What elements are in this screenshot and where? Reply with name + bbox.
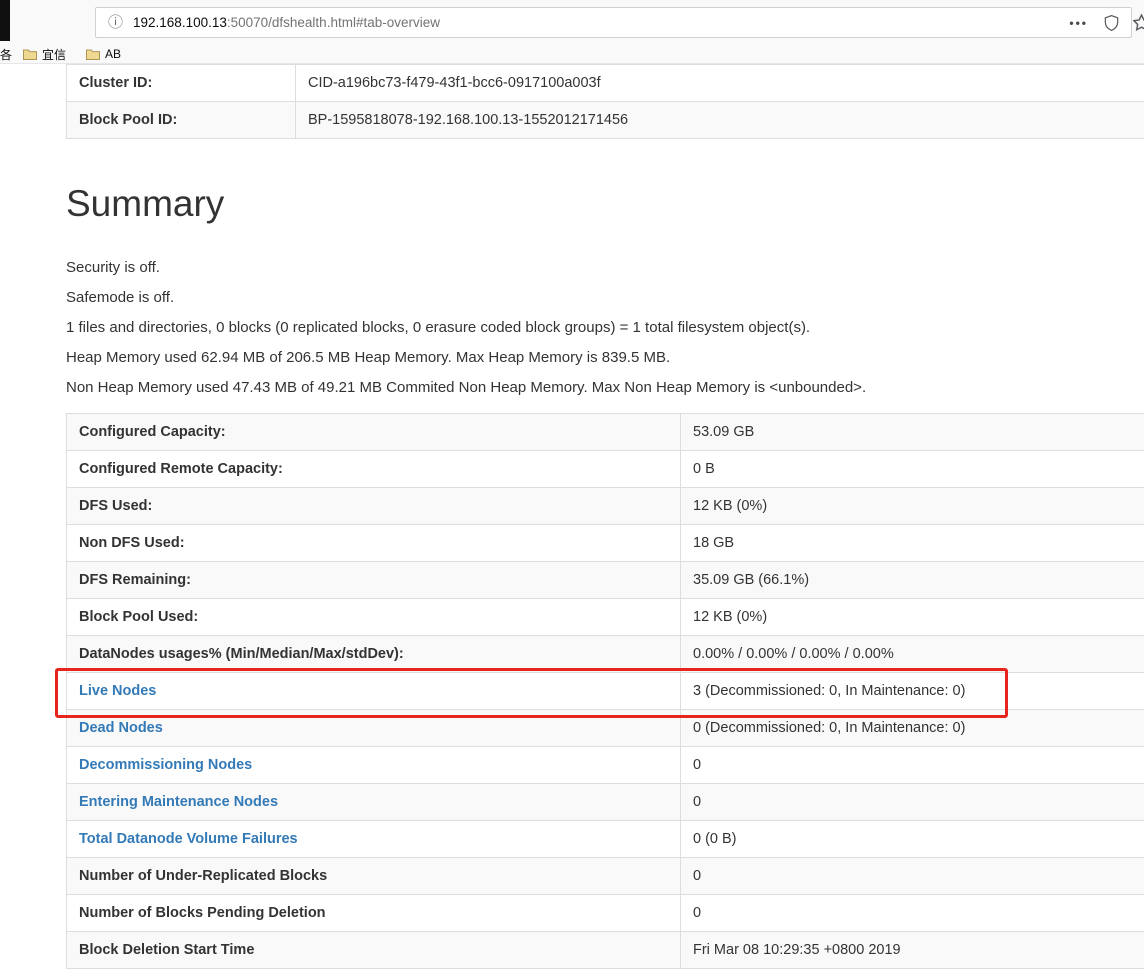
decommissioning-nodes-link[interactable]: Decommissioning Nodes xyxy=(79,757,252,773)
browser-chrome: ⓘ 192.168.100.13:50070/dfshealth.html#ta… xyxy=(0,0,1144,64)
row-label: Number of Under-Replicated Blocks xyxy=(66,857,681,895)
summary-table: Configured Capacity: 53.09 GB Configured R… xyxy=(66,413,1144,969)
urlbar-actions: ••• xyxy=(1069,14,1119,31)
table-row-number-of-under-replicated-blocks: Number of Under-Replicated Blocks 0 xyxy=(66,857,1144,895)
summary-heading: Summary xyxy=(66,183,225,224)
url-path: :50070/dfshealth.html#tab-overview xyxy=(226,15,440,30)
bookmarks-list: 宜信 AB xyxy=(23,46,141,63)
row-value: 12 KB (0%) xyxy=(680,487,1144,525)
url-text[interactable]: 192.168.100.13:50070/dfshealth.html#tab-… xyxy=(133,15,1069,30)
table-row-block-deletion-start-time: Block Deletion Start Time Fri Mar 08 10:2… xyxy=(66,931,1144,969)
row-value: 53.09 GB xyxy=(680,413,1144,451)
table-row-dead-nodes: Dead Nodes 0 (Decommissioned: 0, In Maint… xyxy=(66,709,1144,747)
row-label: DFS Used: xyxy=(66,487,681,525)
bookmark-label: 宜信 xyxy=(42,47,67,62)
row-value: 0 (0 B) xyxy=(680,820,1144,858)
row-value: 35.09 GB (66.1%) xyxy=(680,561,1144,599)
url-host: 192.168.100.13 xyxy=(133,15,227,30)
table-row-dfs-used: DFS Used: 12 KB (0%) xyxy=(66,487,1144,525)
url-bar[interactable]: ⓘ 192.168.100.13:50070/dfshealth.html#ta… xyxy=(95,7,1132,38)
table-row-entering-maintenance-nodes: Entering Maintenance Nodes 0 xyxy=(66,783,1144,821)
row-value: 0 xyxy=(680,857,1144,895)
row-label: Total Datanode Volume Failures xyxy=(66,820,681,858)
summary-table-body: Configured Capacity: 53.09 GB Configured R… xyxy=(66,413,1144,969)
summary-paragraphs: Security is off. Safemode is off. 1 files … xyxy=(66,253,1144,403)
row-label: Dead Nodes xyxy=(66,709,681,747)
row-label: Entering Maintenance Nodes xyxy=(66,783,681,821)
row-label: Number of Blocks Pending Deletion xyxy=(66,894,681,932)
row-value: 0 xyxy=(680,894,1144,932)
table-row-decommissioning-nodes: Decommissioning Nodes 0 xyxy=(66,746,1144,784)
row-label: Non DFS Used: xyxy=(66,524,681,562)
bookmark-folder-宜信[interactable]: 宜信 xyxy=(23,46,66,63)
row-label: DataNodes usages% (Min/Median/Max/stdDev… xyxy=(66,635,681,673)
summary-paragraph: Heap Memory used 62.94 MB of 206.5 MB He… xyxy=(66,349,671,366)
bookmark-partial[interactable]: 各 xyxy=(0,46,13,63)
summary-paragraph: Security is off. xyxy=(66,259,160,276)
row-value: 0 xyxy=(680,783,1144,821)
bookmark-folder-AB[interactable]: AB xyxy=(86,47,121,61)
row-label: Cluster ID: xyxy=(66,64,296,102)
site-info-icon[interactable]: ⓘ xyxy=(108,15,123,30)
row-label: Block Deletion Start Time xyxy=(66,931,681,969)
row-value: 18 GB xyxy=(680,524,1144,562)
summary-paragraph: Safemode is off. xyxy=(66,289,175,306)
row-value: 0 xyxy=(680,746,1144,784)
total-datanode-volume-failures-link[interactable]: Total Datanode Volume Failures xyxy=(79,831,298,847)
row-value: 0 (Decommissioned: 0, In Maintenance: 0) xyxy=(680,709,1144,747)
table-row-non-dfs-used: Non DFS Used: 18 GB xyxy=(66,524,1144,562)
cluster-table-body: Cluster ID: CID-a196bc73-f479-43f1-bcc6-0… xyxy=(66,64,1144,139)
row-label: Decommissioning Nodes xyxy=(66,746,681,784)
entering-maintenance-nodes-link[interactable]: Entering Maintenance Nodes xyxy=(79,794,278,810)
page-actions-icon[interactable]: ••• xyxy=(1069,16,1088,30)
live-nodes-link[interactable]: Live Nodes xyxy=(79,683,156,699)
bookmark-star-icon[interactable] xyxy=(1133,14,1144,31)
row-label: Live Nodes xyxy=(66,672,681,710)
folder-icon xyxy=(86,49,101,60)
folder-icon xyxy=(23,49,37,60)
row-value: 3 (Decommissioned: 0, In Maintenance: 0) xyxy=(680,672,1144,710)
cluster-info-table: Cluster ID: CID-a196bc73-f479-43f1-bcc6-0… xyxy=(66,64,1144,139)
row-label: Block Pool Used: xyxy=(66,598,681,636)
row-value: 0 B xyxy=(680,450,1144,488)
table-row-block-pool-id: Block Pool ID: BP-1595818078-192.168.100.… xyxy=(66,101,1144,139)
table-row-total-datanode-volume-failures: Total Datanode Volume Failures 0 (0 B) xyxy=(66,820,1144,858)
table-row-configured-capacity: Configured Capacity: 53.09 GB xyxy=(66,413,1144,451)
table-row-number-of-blocks-pending-deletion: Number of Blocks Pending Deletion 0 xyxy=(66,894,1144,932)
table-row-datanodes-usages-min-median-max-stddev: DataNodes usages% (Min/Median/Max/stdDev… xyxy=(66,635,1144,673)
summary-paragraph: 1 files and directories, 0 blocks (0 rep… xyxy=(66,319,811,336)
table-row-configured-remote-capacity: Configured Remote Capacity: 0 B xyxy=(66,450,1144,488)
row-label: Configured Remote Capacity: xyxy=(66,450,681,488)
table-row-live-nodes: Live Nodes 3 (Decommissioned: 0, In Maint… xyxy=(66,672,1144,710)
row-value: BP-1595818078-192.168.100.13-15520121714… xyxy=(295,101,1144,139)
row-value: CID-a196bc73-f479-43f1-bcc6-0917100a003f xyxy=(295,64,1144,102)
row-value: Fri Mar 08 10:29:35 +0800 2019 xyxy=(680,931,1144,969)
row-value: 0.00% / 0.00% / 0.00% / 0.00% xyxy=(680,635,1144,673)
dead-nodes-link[interactable]: Dead Nodes xyxy=(79,720,163,736)
row-label: DFS Remaining: xyxy=(66,561,681,599)
table-row-dfs-remaining: DFS Remaining: 35.09 GB (66.1%) xyxy=(66,561,1144,599)
summary-paragraph: Non Heap Memory used 47.43 MB of 49.21 M… xyxy=(66,379,867,396)
row-label: Block Pool ID: xyxy=(66,101,296,139)
row-value: 12 KB (0%) xyxy=(680,598,1144,636)
row-label: Configured Capacity: xyxy=(66,413,681,451)
table-row-cluster-id: Cluster ID: CID-a196bc73-f479-43f1-bcc6-0… xyxy=(66,64,1144,102)
bookmarks-bar: 各 宜信 AB xyxy=(0,44,1144,64)
window-corner xyxy=(0,0,10,41)
table-row-block-pool-used: Block Pool Used: 12 KB (0%) xyxy=(66,598,1144,636)
bookmark-label: AB xyxy=(105,47,122,61)
page-content: Cluster ID: CID-a196bc73-f479-43f1-bcc6-0… xyxy=(0,64,1144,969)
shield-icon[interactable] xyxy=(1104,14,1119,31)
